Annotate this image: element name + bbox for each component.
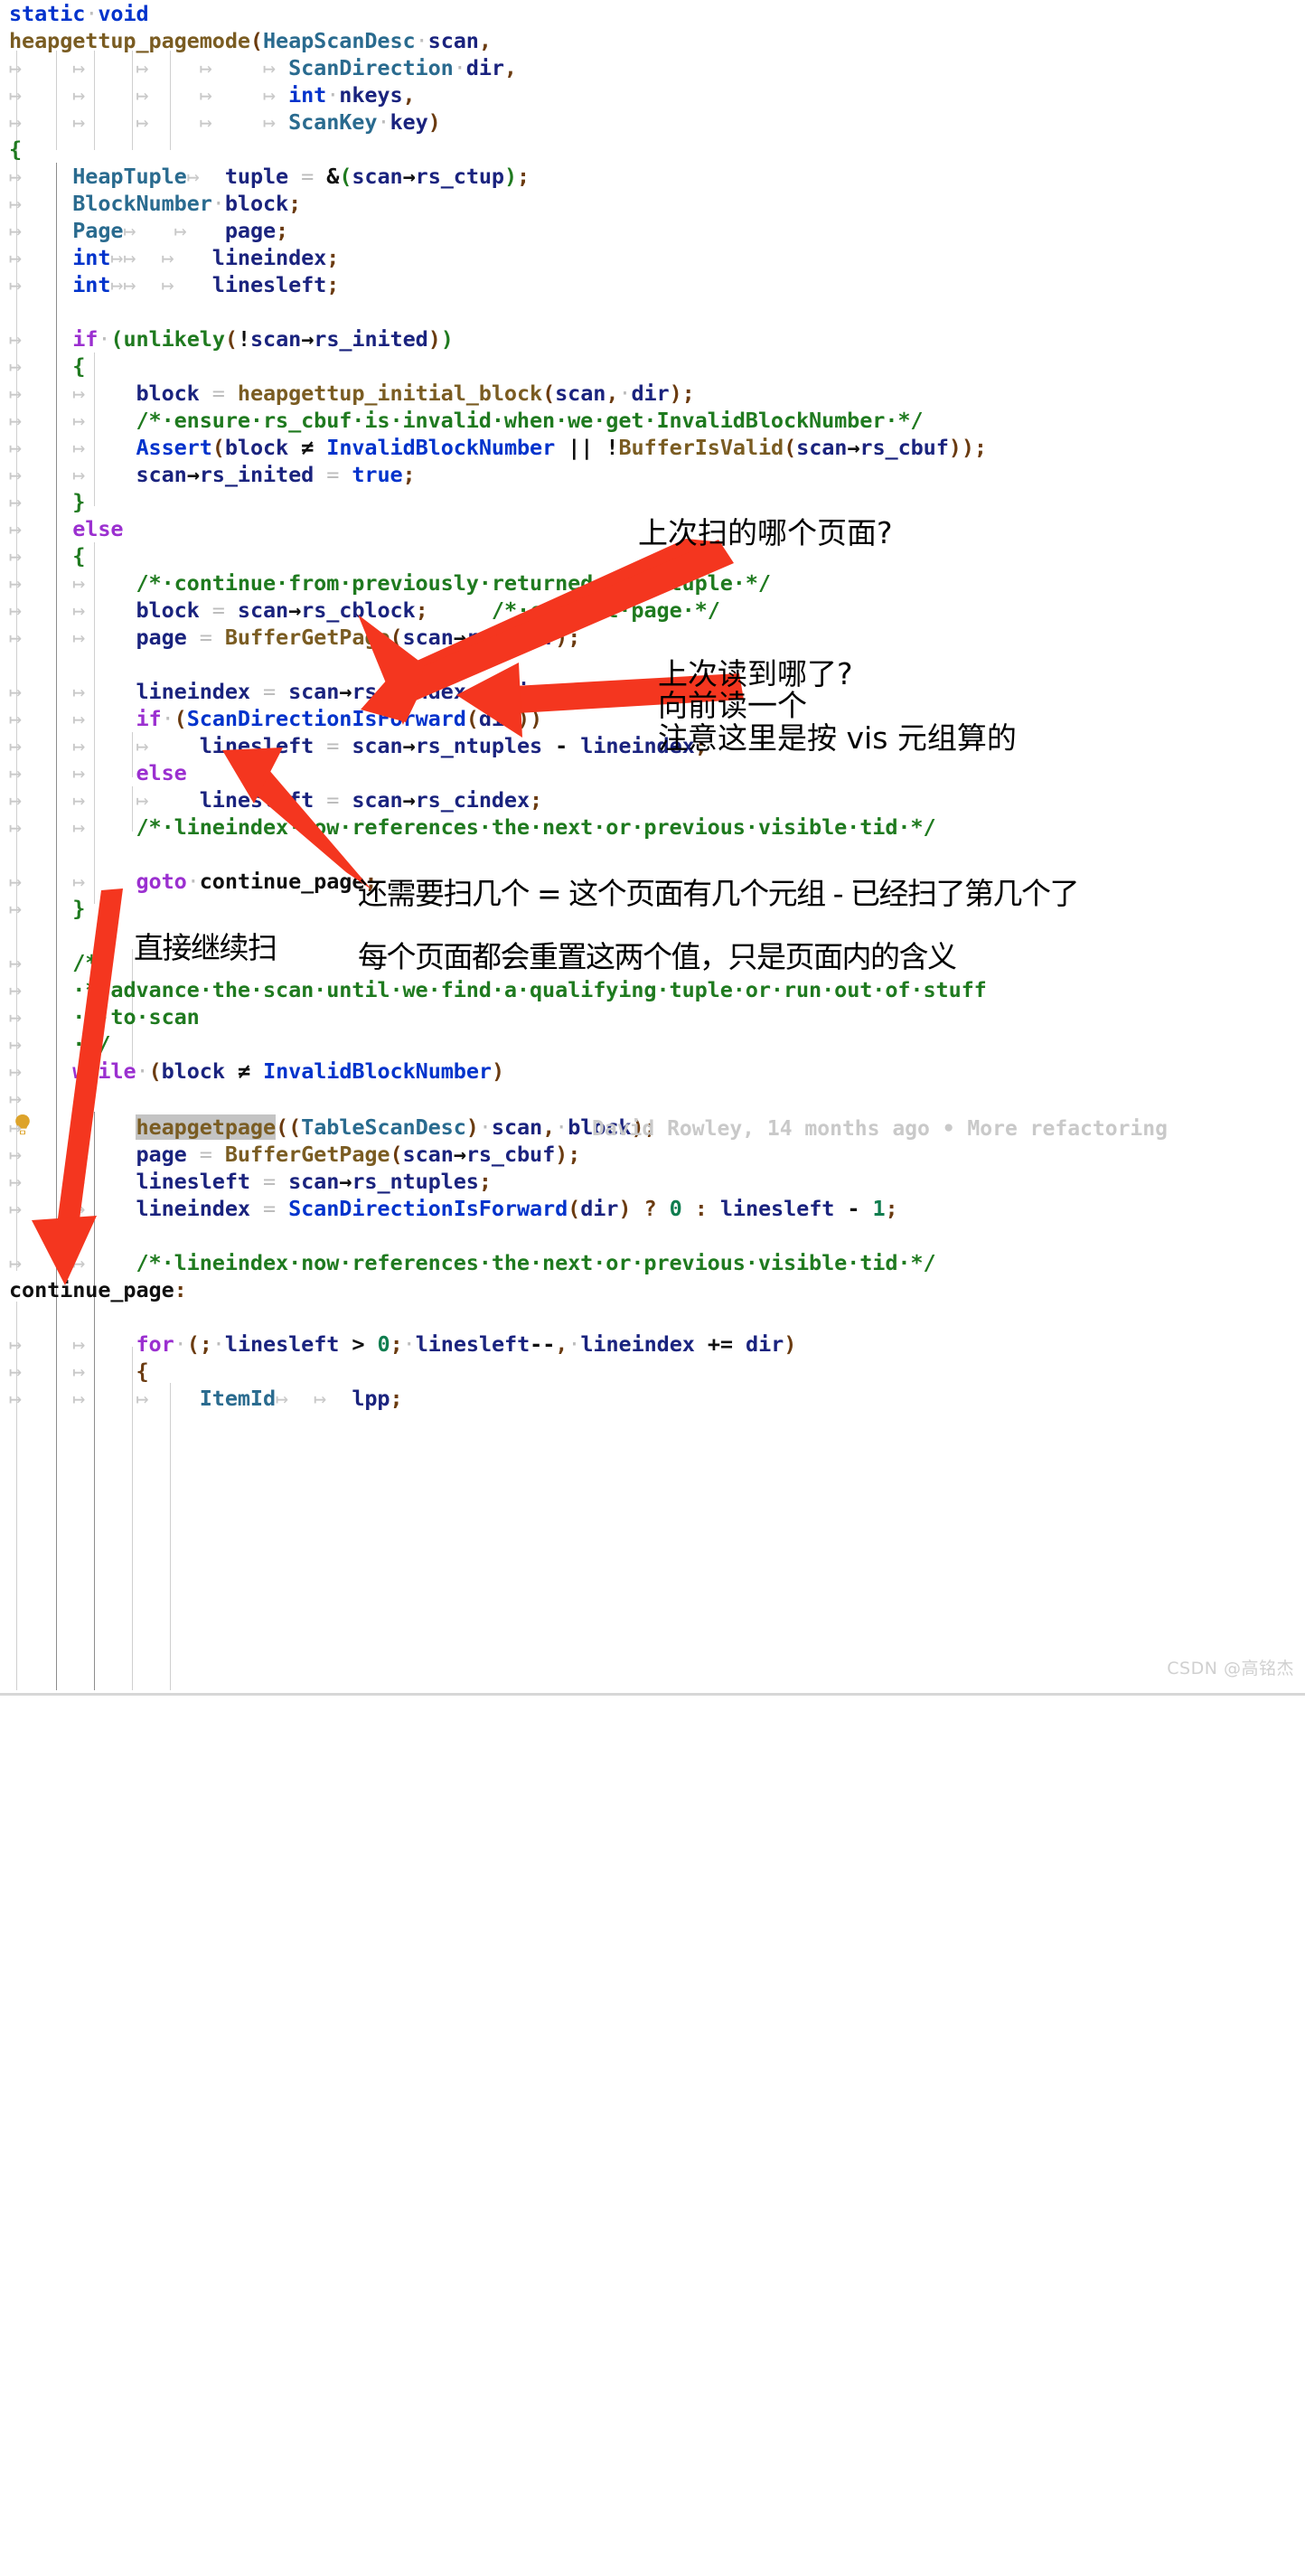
code-line: ↦ ↦ /*·ensure·rs_cbuf·is·invalid·when·we… xyxy=(9,408,924,433)
code-line: ↦ { xyxy=(9,543,86,569)
code-line: ↦ ↦ /*·lineindex·now·references·the·next… xyxy=(9,1250,936,1275)
code-line: ↦ ↦ block = scan→rs_cblock; /*·current·p… xyxy=(9,597,720,623)
code-line: ↦ ↦ else xyxy=(9,760,187,785)
code-line: ↦ ↦ page = BufferGetPage(scan→rs_cbuf); xyxy=(9,625,581,650)
code-line: ↦ else xyxy=(9,516,124,541)
code-line: ↦ if·(unlikely(!scan→rs_inited)) xyxy=(9,326,454,352)
code-line: ↦ while·(block ≠ InvalidBlockNumber) xyxy=(9,1058,504,1084)
code-line: ↦ ↦ ↦ ↦ ↦ ScanDirection·dir, xyxy=(9,55,517,80)
code-line: ↦ ↦ page = BufferGetPage(scan→rs_cbuf); xyxy=(9,1142,581,1167)
code-line: ↦ /* xyxy=(9,950,99,975)
code-line: ↦ { xyxy=(9,353,86,379)
code-line: ↦ ↦ { xyxy=(9,1359,149,1384)
code-line: ↦ ↦ /*·continue·from·previously·returned… xyxy=(9,570,771,596)
code-line: ↦ } xyxy=(9,896,86,921)
code-line: ↦ } xyxy=(9,489,86,514)
code-line: ↦ ·*/ xyxy=(9,1031,111,1057)
code-line: ↦ ↦ block = heapgettup_initial_block(sca… xyxy=(9,381,695,406)
code-line: ↦ ↦ ↦ ↦ ↦ ScanKey·key) xyxy=(9,109,441,135)
code-line: ↦ int↦↦ ↦ linesleft; xyxy=(9,272,340,297)
code-text[interactable]: static·void heapgettup_pagemode(HeapScan… xyxy=(0,0,1305,2576)
code-line: ↦ ↦ lineindex = scan→rs_cindex + dir; xyxy=(9,679,556,704)
code-line: ↦ ↦ heapgetpage((TableScanDesc)·scan,·bl… xyxy=(9,1114,657,1140)
csdn-watermark: CSDN @高铭杰 xyxy=(1167,1659,1294,1678)
code-line: ↦ ·*·to·scan xyxy=(9,1004,200,1029)
code-line: ↦ ·*·advance·the·scan·until·we·find·a·qu… xyxy=(9,977,987,1002)
code-line: ↦ ↦ ↦ linesleft = scan→rs_ntuples - line… xyxy=(9,733,708,758)
code-line: ↦ ↦ if·(ScanDirectionIsForward(dir)) xyxy=(9,706,543,731)
code-line: ↦ ↦ ↦ ↦ ↦ int·nkeys, xyxy=(9,82,416,108)
code-line: ↦ ↦ lineindex = ScanDirectionIsForward(d… xyxy=(9,1196,898,1221)
code-line: ↦ Page↦ ↦ page; xyxy=(9,218,289,243)
code-line: ↦ ↦ /*·lineindex·now·references·the·next… xyxy=(9,814,936,840)
code-line: ↦ { xyxy=(9,1086,86,1111)
code-editor[interactable]: static·void heapgettup_pagemode(HeapScan… xyxy=(0,0,1305,1696)
code-line: ↦ ↦ Assert(block ≠ InvalidBlockNumber ||… xyxy=(9,435,987,460)
code-line: ↦ ↦ linesleft = scan→rs_ntuples; xyxy=(9,1169,492,1194)
code-line: ↦ ↦ ↦ linesleft = scan→rs_cindex; xyxy=(9,787,543,813)
highlighted-token: heapgetpage xyxy=(136,1114,277,1140)
code-line: ↦ int↦↦ ↦ lineindex; xyxy=(9,245,340,270)
code-line: ↦ ↦ scan→rs_inited = true; xyxy=(9,462,416,487)
git-blame-annotation: David Rowley, 14 months ago • More refac… xyxy=(592,1117,1168,1141)
code-line: static·void xyxy=(9,1,149,26)
code-line: ↦ BlockNumber·block; xyxy=(9,191,302,216)
code-line: ↦ ↦ goto·continue_page; xyxy=(9,869,378,894)
code-line: ↦ ↦ for·(;·linesleft > 0;·linesleft--,·l… xyxy=(9,1331,797,1357)
code-line: { xyxy=(9,136,23,162)
code-line: heapgettup_pagemode(HeapScanDesc·scan, xyxy=(9,28,492,53)
code-line: continue_page: xyxy=(9,1277,187,1302)
code-line: ↦ ↦ ↦ ItemId↦ ↦ lpp; xyxy=(9,1386,403,1411)
code-line: ↦ HeapTuple↦ tuple = &(scan→rs_ctup); xyxy=(9,164,530,189)
